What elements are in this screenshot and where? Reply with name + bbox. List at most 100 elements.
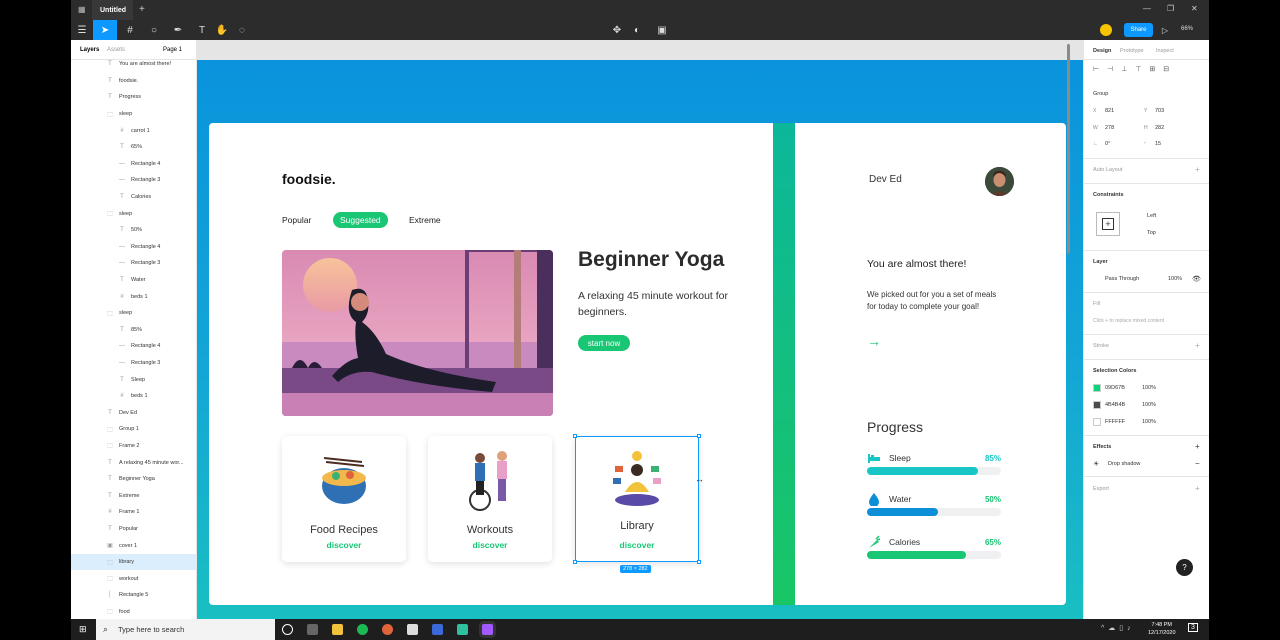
food-recipes-card[interactable]: Food Recipes discover xyxy=(282,436,406,562)
app-icon-2[interactable] xyxy=(457,624,468,635)
layer-opacity[interactable]: 100% xyxy=(1168,276,1182,282)
layer-row[interactable]: — Rectangle 4 xyxy=(71,156,196,173)
group-dropdown[interactable]: Group xyxy=(1093,91,1108,97)
pen-tool-icon[interactable]: ✒ xyxy=(169,20,187,40)
x-input[interactable]: 821 xyxy=(1105,108,1114,114)
layer-row[interactable]: T A relaxing 45 minute wor... xyxy=(71,454,196,471)
color-hex[interactable]: 4B4B4B xyxy=(1105,402,1125,408)
start-now-button[interactable]: start now xyxy=(578,335,630,351)
task-view-icon[interactable] xyxy=(282,624,293,635)
layer-row[interactable]: ⬚ sleep xyxy=(71,106,196,123)
new-tab-button[interactable]: + xyxy=(139,4,145,15)
text-tool-icon[interactable]: T xyxy=(195,20,209,40)
layer-row[interactable]: │ Rectangle 5 xyxy=(71,587,196,604)
layer-row[interactable]: — Rectangle 3 xyxy=(71,255,196,272)
windows-start-icon[interactable]: ⊞ xyxy=(79,624,87,635)
color-opacity[interactable]: 100% xyxy=(1142,402,1156,408)
layer-row[interactable]: Tfoodsie. xyxy=(71,73,196,90)
color-swatch[interactable] xyxy=(1093,401,1101,409)
color-opacity[interactable]: 100% xyxy=(1142,385,1156,391)
workouts-card[interactable]: Workouts discover xyxy=(428,436,552,562)
help-button[interactable]: ? xyxy=(1176,559,1193,576)
mask-icon[interactable]: ◐ xyxy=(630,20,644,40)
layer-row[interactable]: T 50% xyxy=(71,222,196,239)
selection-box[interactable]: ↔ xyxy=(573,434,704,564)
hand-tool-icon[interactable]: ✋ xyxy=(215,20,229,40)
zoom-level[interactable]: 66% xyxy=(1181,26,1193,32)
figma-taskbar-icon[interactable] xyxy=(482,624,493,635)
tab-inspect[interactable]: Inspect xyxy=(1156,48,1174,54)
layer-row[interactable]: ⬚ workout xyxy=(71,570,196,587)
tab-prototype[interactable]: Prototype xyxy=(1120,48,1144,54)
add-auto-layout-icon[interactable]: + xyxy=(1195,165,1200,174)
layer-row[interactable]: ⬚ Group 1 xyxy=(71,421,196,438)
h-input[interactable]: 282 xyxy=(1155,125,1164,131)
restore-button[interactable]: ❐ xyxy=(1167,4,1174,13)
app-icon[interactable] xyxy=(407,624,418,635)
sun-icon[interactable]: ☀ xyxy=(1093,460,1099,468)
layer-row[interactable]: # carrot 1 xyxy=(71,122,196,139)
layer-row[interactable]: T 85% xyxy=(71,322,196,339)
tray-icons[interactable]: ^☁▯♪ xyxy=(1101,624,1135,632)
mail-icon[interactable] xyxy=(432,624,443,635)
taskbar-search[interactable]: Type here to search xyxy=(96,619,275,640)
layer-row[interactable]: # beds 1 xyxy=(71,388,196,405)
eye-icon[interactable]: 👁 xyxy=(1192,275,1201,283)
tab-design[interactable]: Design xyxy=(1093,48,1111,54)
w-input[interactable]: 278 xyxy=(1105,125,1114,131)
card-discover-link[interactable]: discover xyxy=(428,540,552,550)
arrow-right-icon[interactable]: → xyxy=(867,333,881,349)
layer-row[interactable]: # beds 1 xyxy=(71,288,196,305)
desktop-frame[interactable]: foodsie. Popular Suggested Extreme Begin… xyxy=(197,60,1083,619)
present-icon[interactable]: ▷ xyxy=(1159,20,1171,40)
card-discover-link[interactable]: discover xyxy=(282,540,406,550)
blend-mode-dropdown[interactable]: Pass Through xyxy=(1105,276,1139,282)
effect-type-dropdown[interactable]: Drop shadow xyxy=(1108,461,1140,467)
shape-tool-icon[interactable]: ○ xyxy=(145,20,163,40)
color-opacity[interactable]: 100% xyxy=(1142,419,1156,425)
notification-badge[interactable]: 3 xyxy=(1188,623,1198,632)
layer-row[interactable]: T Sleep xyxy=(71,371,196,388)
layer-row[interactable]: — Rectangle 3 xyxy=(71,172,196,189)
nav-suggested[interactable]: Suggested xyxy=(333,212,388,228)
layer-row[interactable]: T Calories xyxy=(71,189,196,206)
minimize-button[interactable]: — xyxy=(1143,4,1151,13)
vertical-scrollbar[interactable] xyxy=(1067,44,1070,254)
constraint-horizontal[interactable]: Left xyxy=(1147,213,1156,219)
remove-effect-icon[interactable]: − xyxy=(1195,459,1200,468)
color-swatch[interactable] xyxy=(1093,418,1101,426)
layer-row[interactable]: ⬚ food xyxy=(71,604,196,619)
layer-row[interactable]: ⬚ Frame 2 xyxy=(71,438,196,455)
widgets-icon[interactable] xyxy=(307,624,318,635)
layer-row[interactable]: # Frame 1 xyxy=(71,504,196,521)
layer-row[interactable]: — Rectangle 4 xyxy=(71,239,196,256)
constraints-widget[interactable]: + xyxy=(1096,212,1120,236)
layer-row[interactable]: T Dev Ed xyxy=(71,404,196,421)
layer-row[interactable]: T Extreme xyxy=(71,487,196,504)
tab-assets[interactable]: Assets xyxy=(107,47,125,53)
add-stroke-icon[interactable]: + xyxy=(1195,341,1200,350)
resize-handle[interactable] xyxy=(697,560,701,564)
resize-handle[interactable] xyxy=(697,434,701,438)
layer-row[interactable]: T Water xyxy=(71,272,196,289)
share-button[interactable]: Share xyxy=(1124,23,1153,37)
frame-tool-icon[interactable]: # xyxy=(121,20,139,40)
user-avatar[interactable] xyxy=(1100,24,1112,36)
spotify-icon[interactable] xyxy=(357,624,368,635)
main-menu-icon[interactable]: ☰ xyxy=(75,20,89,40)
add-export-icon[interactable]: + xyxy=(1195,484,1200,493)
layer-row[interactable]: ⬚ sleep xyxy=(71,205,196,222)
nav-popular[interactable]: Popular xyxy=(282,212,311,228)
move-tool-icon[interactable]: ➤ xyxy=(93,20,117,40)
layer-row[interactable]: T You are almost there! xyxy=(71,56,196,73)
y-input[interactable]: 703 xyxy=(1155,108,1164,114)
layer-row[interactable]: T 65% xyxy=(71,139,196,156)
layer-row[interactable]: ⬚ library xyxy=(71,553,196,571)
constraint-vertical[interactable]: Top xyxy=(1147,230,1156,236)
tab-layers[interactable]: Layers xyxy=(80,47,99,53)
rotation-input[interactable]: 0° xyxy=(1105,141,1110,147)
file-explorer-icon[interactable] xyxy=(332,624,343,635)
nav-extreme[interactable]: Extreme xyxy=(409,212,441,228)
resize-handle[interactable] xyxy=(573,560,577,564)
color-hex[interactable]: FFFFFF xyxy=(1105,419,1125,425)
